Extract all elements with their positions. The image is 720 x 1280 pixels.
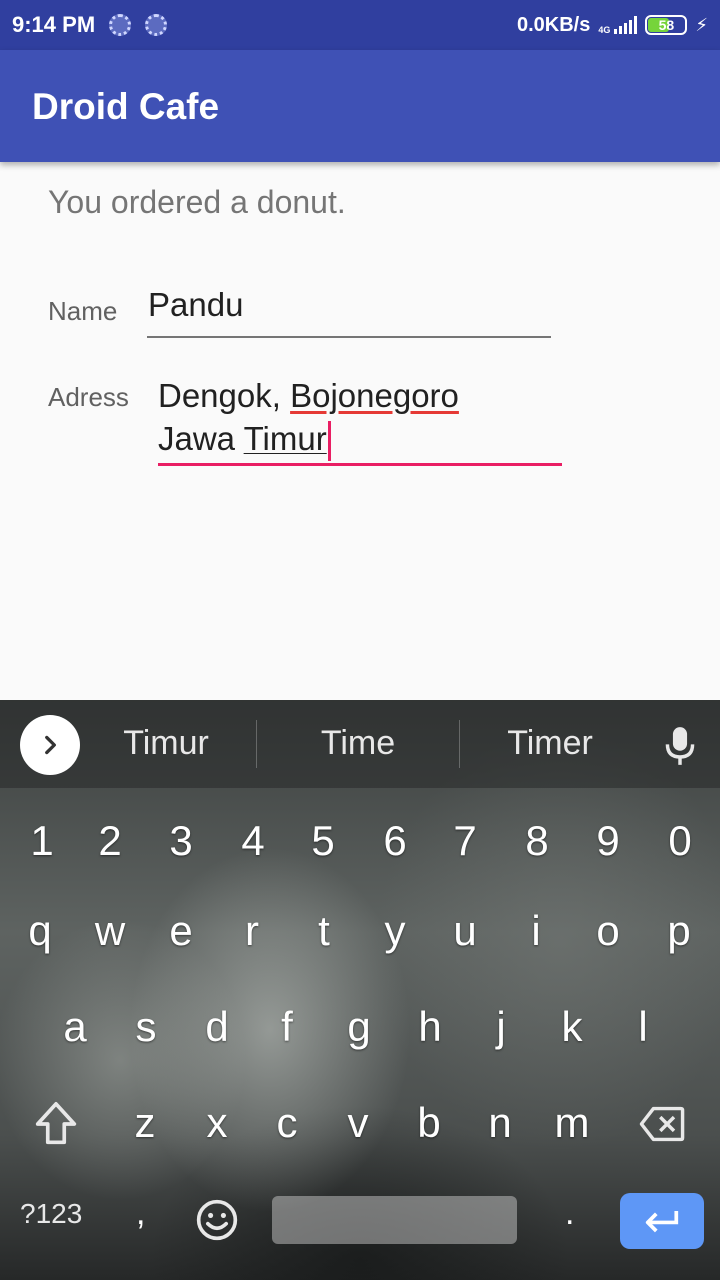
key-d[interactable]: d	[182, 1002, 252, 1052]
name-field[interactable]: Pandu	[147, 286, 551, 338]
suggestion-strip: Timur Time Timer	[0, 700, 720, 788]
suggestion-1[interactable]: Timur	[96, 724, 236, 763]
key-q[interactable]: q	[5, 906, 75, 956]
key-6[interactable]: 6	[360, 816, 430, 866]
enter-key[interactable]	[620, 1193, 704, 1249]
expand-chevron-icon[interactable]	[20, 715, 80, 775]
space-bar[interactable]	[272, 1196, 517, 1244]
composing-word: Timur	[243, 420, 327, 457]
address-field[interactable]: Dengok, Bojonegoro Jawa Timur	[158, 374, 562, 466]
microphone-icon[interactable]	[660, 724, 700, 768]
app-title: Droid Cafe	[32, 86, 220, 127]
key-w[interactable]: w	[75, 906, 145, 956]
key-c[interactable]: c	[252, 1098, 322, 1148]
key-g[interactable]: g	[324, 1002, 394, 1052]
key-f[interactable]: f	[252, 1002, 322, 1052]
key-v[interactable]: v	[323, 1098, 393, 1148]
key-y[interactable]: y	[360, 906, 430, 956]
key-m[interactable]: m	[537, 1098, 607, 1148]
suggestion-2[interactable]: Time	[280, 724, 436, 763]
emoji-icon[interactable]	[195, 1198, 239, 1242]
symbols-key[interactable]: ?123	[20, 1198, 82, 1230]
status-indicators: 0.0KB/s 4G 58 ⚡	[517, 14, 708, 37]
key-j[interactable]: j	[466, 1002, 536, 1052]
net-speed: 0.0KB/s	[516, 13, 591, 36]
key-e[interactable]: e	[146, 906, 216, 956]
key-k[interactable]: k	[537, 1002, 607, 1052]
enter-icon	[645, 1211, 679, 1233]
status-bar: 9:14 PM 0.0KB/s 4G 58 ⚡	[0, 0, 720, 50]
misspelled-word[interactable]: Bojonegoro	[290, 377, 459, 414]
key-0[interactable]: 0	[645, 816, 715, 866]
key-u[interactable]: u	[430, 906, 500, 956]
key-i[interactable]: i	[501, 906, 571, 956]
comma-key[interactable]: ,	[136, 1194, 145, 1233]
address-line-2: Jawa Timur	[158, 417, 562, 462]
name-value: Pandu	[148, 286, 244, 323]
key-n[interactable]: n	[465, 1098, 535, 1148]
address-line-1: Dengok, Bojonegoro	[158, 377, 459, 414]
suggestion-divider	[256, 720, 257, 768]
key-h[interactable]: h	[395, 1002, 465, 1052]
shift-icon[interactable]	[34, 1100, 78, 1148]
suggestion-divider	[459, 720, 460, 768]
order-message: You ordered a donut.	[48, 184, 346, 220]
key-3[interactable]: 3	[146, 816, 216, 866]
key-o[interactable]: o	[573, 906, 643, 956]
network-type: 4G	[598, 24, 611, 35]
key-7[interactable]: 7	[430, 816, 500, 866]
signal-icon	[614, 16, 638, 34]
key-s[interactable]: s	[111, 1002, 181, 1052]
key-8[interactable]: 8	[502, 816, 572, 866]
key-4[interactable]: 4	[218, 816, 288, 866]
battery-icon: 58	[645, 15, 688, 35]
sync-dot-icon	[145, 14, 168, 36]
name-label: Name	[48, 296, 118, 326]
key-l[interactable]: l	[608, 1002, 678, 1052]
address-label: Adress	[48, 382, 129, 412]
keyboard-bottom-row: ?123 , .	[0, 1190, 720, 1254]
status-time: 9:14 PM	[12, 12, 96, 37]
sync-dot-icon	[109, 14, 132, 36]
key-r[interactable]: r	[217, 906, 287, 956]
backspace-icon[interactable]	[638, 1100, 686, 1148]
text-cursor	[327, 421, 331, 462]
key-2[interactable]: 2	[75, 816, 145, 866]
period-key[interactable]: .	[565, 1194, 574, 1233]
suggestion-3[interactable]: Timer	[470, 724, 630, 763]
key-z[interactable]: z	[110, 1098, 180, 1148]
key-t[interactable]: t	[289, 906, 359, 956]
key-1[interactable]: 1	[7, 816, 77, 866]
key-a[interactable]: a	[40, 1002, 110, 1052]
app-bar: Droid Cafe	[0, 50, 720, 162]
soft-keyboard: Timur Time Timer 1 2 3 4 5 6 7 8 9 0 q w…	[0, 700, 720, 1280]
key-5[interactable]: 5	[288, 816, 358, 866]
key-x[interactable]: x	[182, 1098, 252, 1148]
charging-bolt-icon: ⚡	[695, 14, 708, 35]
key-b[interactable]: b	[394, 1098, 464, 1148]
battery-level: 58	[658, 17, 675, 33]
key-p[interactable]: p	[644, 906, 714, 956]
key-9[interactable]: 9	[573, 816, 643, 866]
